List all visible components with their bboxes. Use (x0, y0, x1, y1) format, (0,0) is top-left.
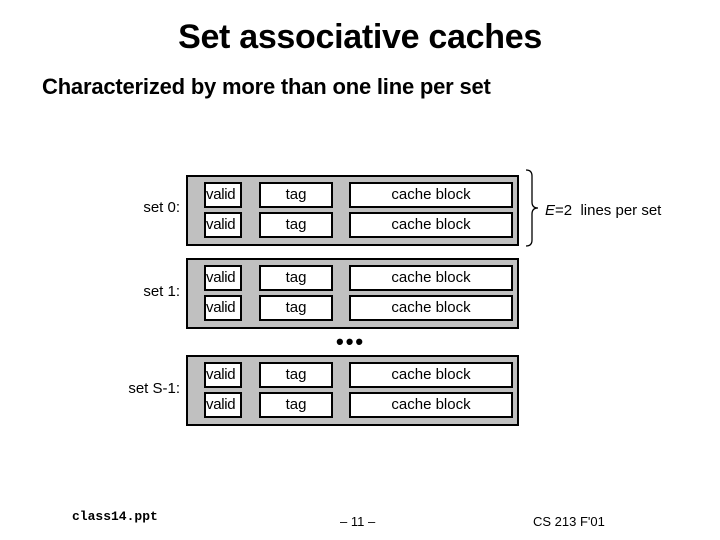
set-label: set S-1: (128, 380, 180, 397)
footer-filename: class14.ppt (72, 509, 158, 524)
tag-cell: tag (259, 212, 333, 238)
valid-bit-cell: valid (204, 182, 242, 208)
footer-course: CS 213 F'01 (533, 514, 605, 529)
tag-cell: tag (259, 182, 333, 208)
tag-cell: tag (259, 295, 333, 321)
valid-bit-cell: valid (204, 212, 242, 238)
slide-title: Set associative caches (178, 18, 542, 56)
ellipsis-dots: ••• (336, 329, 366, 354)
footer-page-number: – 11 – (340, 514, 376, 529)
tag-cell: tag (259, 392, 333, 418)
valid-bit-cell: valid (204, 265, 242, 291)
cache-block-cell: cache block (349, 392, 513, 418)
set-label: set 1: (143, 283, 180, 300)
cache-set-1: valid tag cache block valid tag cache bl… (186, 258, 519, 329)
cache-block-cell: cache block (349, 265, 513, 291)
valid-bit-cell: valid (204, 362, 242, 388)
cache-block-cell: cache block (349, 212, 513, 238)
cache-block-cell: cache block (349, 182, 513, 208)
associativity-description: lines per set (572, 202, 662, 219)
tag-cell: tag (259, 362, 333, 388)
lines-per-set-annotation: E=2 lines per set (545, 202, 661, 219)
curly-brace-icon (525, 169, 539, 247)
valid-bit-cell: valid (204, 295, 242, 321)
slide-subtitle: Characterized by more than one line per … (42, 74, 491, 99)
valid-bit-cell: valid (204, 392, 242, 418)
tag-cell: tag (259, 265, 333, 291)
cache-set-last: valid tag cache block valid tag cache bl… (186, 355, 519, 426)
cache-block-cell: cache block (349, 295, 513, 321)
cache-set-0: valid tag cache block valid tag cache bl… (186, 175, 519, 246)
set-label: set 0: (143, 199, 180, 216)
associativity-variable: E (545, 202, 556, 219)
associativity-value: =2 (555, 202, 573, 219)
cache-block-cell: cache block (349, 362, 513, 388)
